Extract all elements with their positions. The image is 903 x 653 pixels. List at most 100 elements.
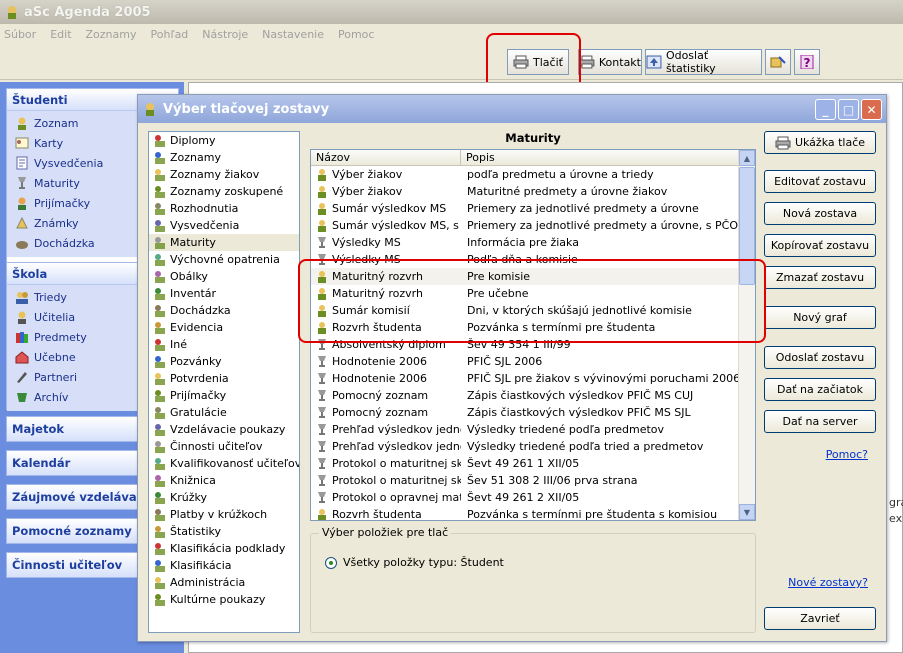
- new-reports-link[interactable]: Nové zostavy?: [764, 576, 876, 589]
- print-preview-button[interactable]: Ukážka tlače: [764, 131, 876, 154]
- copy-report-button[interactable]: Kopírovať zostavu: [764, 234, 876, 257]
- row-name-cell: Výsledky MS: [311, 236, 461, 249]
- all-items-radio[interactable]: Všetky položky typu: Študent: [325, 556, 504, 569]
- menu-file[interactable]: Súbor: [4, 28, 36, 41]
- category-item[interactable]: Knižnica: [149, 472, 299, 489]
- table-row[interactable]: Hodnotenie 2006 PFIČ SJL pre žiakov s výv…: [311, 370, 755, 387]
- new-report-button[interactable]: Nová zostava: [764, 202, 876, 225]
- dialog-window-controls: _ □ ✕: [815, 99, 882, 120]
- category-label: Administrácia: [170, 576, 246, 589]
- partners-icon: [17, 372, 27, 383]
- category-item[interactable]: Štatistiky: [149, 523, 299, 540]
- category-item[interactable]: Prijímačky: [149, 387, 299, 404]
- student-icon: [318, 169, 326, 181]
- category-item[interactable]: Krúžky: [149, 489, 299, 506]
- table-row[interactable]: Rozvrh študenta Pozvánka s termínmi pre š…: [311, 506, 755, 520]
- table-row[interactable]: Sumár výsledkov MS Priemery za jednotlivé…: [311, 200, 755, 217]
- category-item[interactable]: Maturity: [149, 234, 299, 251]
- edit-report-button[interactable]: Editovať zostavu: [764, 170, 876, 193]
- table-row[interactable]: Protokol o opravnej matu... Ševt 49 261 2…: [311, 489, 755, 506]
- table-row[interactable]: Výber žiakov Maturitné predmety a úrovne …: [311, 183, 755, 200]
- category-item[interactable]: Pozvánky: [149, 353, 299, 370]
- background-text-fragment: gra: [889, 496, 903, 509]
- minimize-icon[interactable]: _: [815, 99, 836, 120]
- app-title: aSc Agenda 2005: [24, 4, 151, 20]
- maximize-icon[interactable]: □: [838, 99, 859, 120]
- row-description: PFIČ SJL pre žiakov s vývinovými porucha…: [467, 372, 739, 385]
- wizard-button[interactable]: [765, 49, 791, 75]
- column-header-description[interactable]: Popis: [461, 150, 739, 165]
- category-icon: [155, 509, 165, 521]
- table-row[interactable]: Hodnotenie 2006 PFIČ SJL 2006: [311, 353, 755, 370]
- category-item[interactable]: Diplomy: [149, 132, 299, 149]
- category-item[interactable]: Iné: [149, 336, 299, 353]
- category-item[interactable]: Činnosti učiteľov: [149, 438, 299, 455]
- delete-report-button[interactable]: Zmazať zostavu: [764, 266, 876, 289]
- help-link[interactable]: Pomoc?: [764, 448, 876, 461]
- category-item[interactable]: Vzdelávacie poukazy: [149, 421, 299, 438]
- category-item[interactable]: Platby v krúžkoch: [149, 506, 299, 523]
- background-text-fragment-2: ex: [889, 512, 903, 525]
- contact-button[interactable]: Kontakt: [578, 49, 642, 75]
- contact-label: Kontakt: [598, 55, 641, 69]
- table-row[interactable]: Protokol o maturitnej skú... Šev 51 308 2…: [311, 472, 755, 489]
- category-item[interactable]: Zoznamy žiakov: [149, 166, 299, 183]
- category-item[interactable]: Gratulácie: [149, 404, 299, 421]
- category-item[interactable]: Klasifikácia: [149, 557, 299, 574]
- table-row[interactable]: Výsledky MS Informácia pre žiaka: [311, 234, 755, 251]
- category-item[interactable]: Vysvedčenia: [149, 217, 299, 234]
- scroll-up-icon[interactable]: ▲: [739, 150, 755, 166]
- app-logo-icon: [8, 6, 16, 19]
- category-item[interactable]: Evidencia: [149, 319, 299, 336]
- close-button[interactable]: Zavrieť: [764, 607, 876, 630]
- move-to-start-button[interactable]: Dať na začiatok: [764, 378, 876, 401]
- menu-lists[interactable]: Zoznamy: [86, 28, 137, 41]
- category-icon: [155, 254, 165, 266]
- table-row[interactable]: Sumár výsledkov MS, s ... Priemery za jed…: [311, 217, 755, 234]
- category-list[interactable]: Diplomy Zoznamy Zoznamy žiakov Zoznamy zosk…: [148, 131, 300, 633]
- put-on-server-button[interactable]: Dať na server: [764, 410, 876, 433]
- category-item[interactable]: Zoznamy: [149, 149, 299, 166]
- send-stats-button[interactable]: Odoslať štatistiky: [645, 49, 762, 75]
- category-item[interactable]: Kvalifikovanosť učiteľov: [149, 455, 299, 472]
- row-name: Prehľad výsledkov jedno...: [332, 423, 461, 436]
- new-graph-button[interactable]: Nový graf: [764, 306, 876, 329]
- category-icon: [155, 407, 165, 419]
- table-row[interactable]: Prehľad výsledkov jedno... Výsledky tried…: [311, 421, 755, 438]
- category-item[interactable]: Administrácia: [149, 574, 299, 591]
- menu-bar: Súbor Edit Zoznamy Pohľad Nástroje Nasta…: [0, 24, 903, 44]
- category-item[interactable]: Klasifikácia podklady: [149, 540, 299, 557]
- table-row[interactable]: Prehľad výsledkov jedno... Výsledky tried…: [311, 438, 755, 455]
- teacher-icon: [18, 311, 26, 324]
- category-item[interactable]: Potvrdenia: [149, 370, 299, 387]
- column-header-name[interactable]: Názov: [311, 150, 461, 165]
- category-item[interactable]: Rozhodnutia: [149, 200, 299, 217]
- category-item[interactable]: Dochádzka: [149, 302, 299, 319]
- send-report-button[interactable]: Odoslať zostavu: [764, 346, 876, 369]
- student-icon: [318, 220, 326, 232]
- table-row[interactable]: Pomocný zoznam Zápis čiastkových výsledko…: [311, 387, 755, 404]
- table-row[interactable]: Pomocný zoznam Zápis čiastkových výsledko…: [311, 404, 755, 421]
- category-item[interactable]: Obálky: [149, 268, 299, 285]
- category-item[interactable]: Výchovné opatrenia: [149, 251, 299, 268]
- student-icon: [318, 186, 326, 198]
- category-label: Vysvedčenia: [170, 219, 240, 232]
- menu-tools[interactable]: Nástroje: [202, 28, 248, 41]
- scroll-down-icon[interactable]: ▼: [739, 504, 755, 520]
- menu-settings[interactable]: Nastavenie: [262, 28, 324, 41]
- category-item[interactable]: Zoznamy zoskupené: [149, 183, 299, 200]
- category-item[interactable]: Kultúrne poukazy: [149, 591, 299, 608]
- table-row[interactable]: Výber žiakov podľa predmetu a úrovne a tr…: [311, 166, 755, 183]
- menu-view[interactable]: Pohľad: [151, 28, 189, 41]
- category-item[interactable]: Inventár: [149, 285, 299, 302]
- help-button[interactable]: ?: [794, 49, 820, 75]
- row-name-cell: Sumár výsledkov MS: [311, 202, 461, 215]
- menu-edit[interactable]: Edit: [50, 28, 71, 41]
- printer-icon: [775, 136, 791, 149]
- row-description: Šev 51 308 2 III/06 prva strana: [467, 474, 638, 487]
- table-row[interactable]: Protokol o maturitnej skú... Ševt 49 261 …: [311, 455, 755, 472]
- classroom-icon: [15, 351, 29, 364]
- close-icon[interactable]: ✕: [861, 99, 882, 120]
- menu-help[interactable]: Pomoc: [338, 28, 374, 41]
- row-description: Výsledky triedené podľa predmetov: [467, 423, 665, 436]
